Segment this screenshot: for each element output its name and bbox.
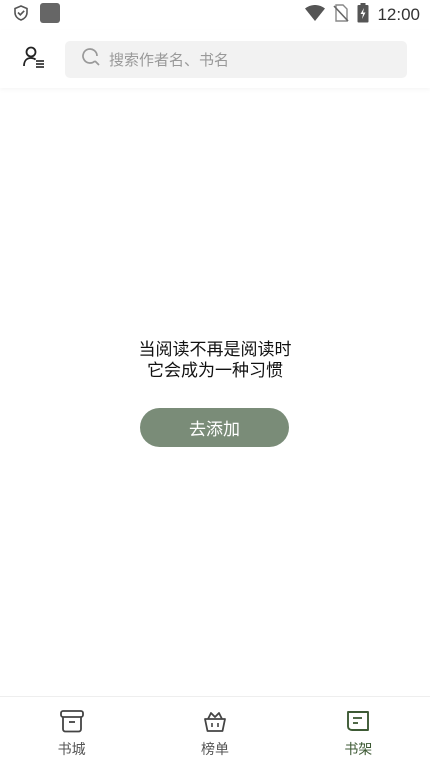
profile-menu-button[interactable]: [17, 42, 51, 76]
search-input[interactable]: 搜索作者名、书名: [65, 40, 407, 78]
app-screen: 12:00 搜索作者名、书名 当阅读不再是阅读时 它会成为一种习惯 去添加 书城…: [0, 0, 430, 764]
status-right: 12:00: [305, 3, 420, 27]
bookshelf-icon: [344, 707, 372, 735]
crown-basket-icon: [201, 707, 229, 735]
search-icon: [81, 47, 101, 71]
bottom-nav: 书城 榜单 书架: [0, 696, 430, 764]
nav-label-rankings: 榜单: [200, 742, 229, 758]
nav-item-bookstore[interactable]: 书城: [0, 697, 143, 764]
empty-shelf-message: 当阅读不再是阅读时 它会成为一种习惯: [0, 340, 430, 382]
add-books-button[interactable]: 去添加: [140, 408, 289, 447]
empty-message-line1: 当阅读不再是阅读时: [138, 340, 292, 360]
battery-icon: [357, 3, 369, 27]
status-left: [12, 3, 60, 27]
empty-message-line2: 它会成为一种习惯: [147, 361, 283, 381]
user-list-icon: [22, 45, 46, 73]
nav-label-bookshelf: 书架: [344, 742, 373, 758]
no-sim-icon: [333, 4, 350, 26]
top-header: 搜索作者名、书名: [0, 30, 430, 88]
nav-label-bookstore: 书城: [57, 742, 86, 758]
clock: 12:00: [377, 5, 420, 24]
bookstore-icon: [58, 707, 86, 735]
shield-icon: [12, 4, 30, 26]
status-bar: 12:00: [0, 0, 430, 30]
wifi-icon: [305, 4, 326, 25]
nav-item-rankings[interactable]: 榜单: [143, 697, 286, 764]
nav-item-bookshelf[interactable]: 书架: [287, 697, 430, 764]
search-placeholder: 搜索作者名、书名: [109, 50, 230, 69]
app-square-icon: [40, 3, 60, 27]
